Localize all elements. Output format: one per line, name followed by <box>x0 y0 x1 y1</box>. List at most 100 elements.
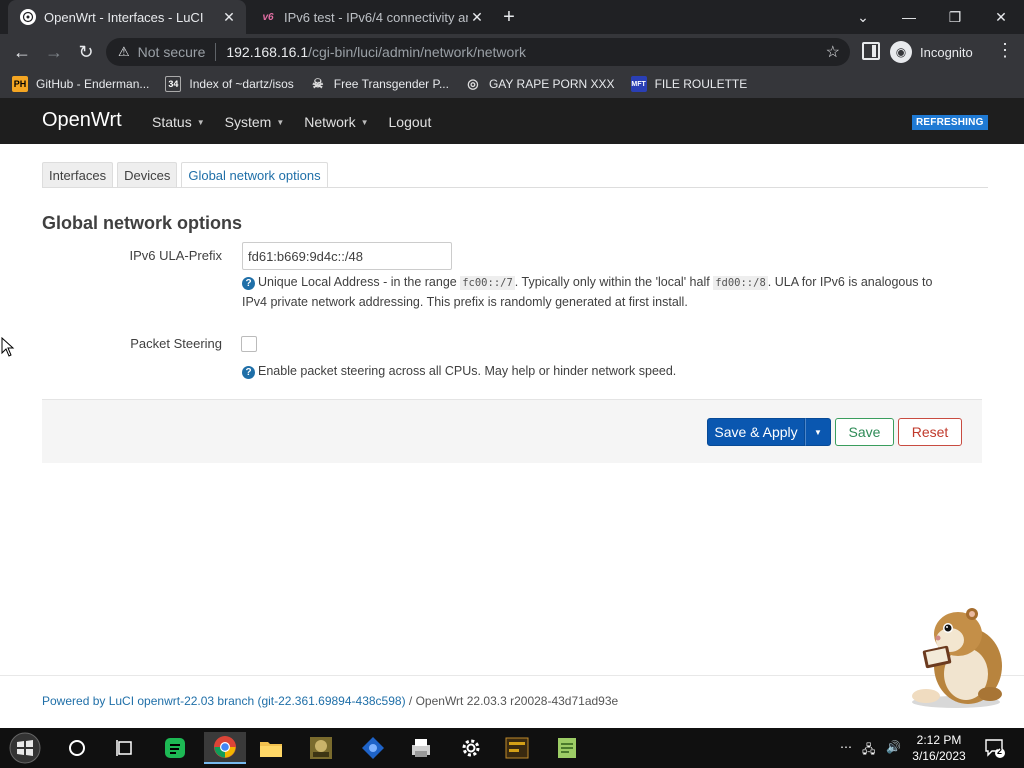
windows-taskbar: ⋯ 🖧 🔊 2:12 PM 3/16/2023 2 <box>0 728 1024 768</box>
ula-prefix-input[interactable]: fd61:b669:9d4c::/48 <box>242 242 452 270</box>
reload-icon[interactable]: ↻ <box>74 40 98 64</box>
system-clock[interactable]: 2:12 PM 3/16/2023 <box>908 732 970 764</box>
help-icon: ? <box>242 366 255 379</box>
nav-status[interactable]: Status ▼ <box>152 114 205 130</box>
search-circle-icon[interactable] <box>56 732 98 764</box>
chrome-icon[interactable] <box>204 732 246 764</box>
bookmark-label: GAY RAPE PORN XXX <box>488 77 615 91</box>
nav-label: Status <box>152 114 192 130</box>
action-bar: Save & Apply ▼ Save Reset <box>42 399 982 463</box>
caret-down-icon: ▼ <box>276 117 285 127</box>
nav-system[interactable]: System ▼ <box>225 114 285 130</box>
browser-tab-ipv6[interactable]: v6 IPv6 test - IPv6/4 connectivity an ✕ <box>250 0 494 34</box>
help-icon: ? <box>242 277 255 290</box>
packet-steering-label: Packet Steering <box>130 336 222 351</box>
bookmark-label: Free Transgender P... <box>333 77 449 91</box>
game-app-icon[interactable] <box>300 732 342 764</box>
url-host: 192.168.16.1 <box>226 44 309 60</box>
browser-tab-luci[interactable]: OpenWrt - Interfaces - LuCI ✕ <box>8 0 246 34</box>
bookmarks-bar: PH GitHub - Enderman... 34 Index of ~dar… <box>0 70 1024 98</box>
bookmark-gay-rape[interactable]: ◎ GAY RAPE PORN XXX <box>465 76 615 92</box>
ipv6-favicon-icon: v6 <box>262 11 274 23</box>
bookmark-star-icon[interactable]: ☆ <box>826 42 840 62</box>
help-text: IPv4 private network addressing. This pr… <box>242 295 688 309</box>
nav-logout[interactable]: Logout <box>389 114 432 130</box>
save-button[interactable]: Save <box>835 418 894 446</box>
close-window-icon[interactable]: ✕ <box>978 0 1024 34</box>
close-tab-icon[interactable]: ✕ <box>220 9 238 26</box>
settings-gear-icon[interactable] <box>450 732 492 764</box>
page-title: Global network options <box>42 213 243 233</box>
skull-icon: ☠ <box>311 76 324 91</box>
help-text: Unique Local Address - in the range <box>258 275 461 289</box>
warning-icon[interactable]: ⚠ <box>118 44 130 60</box>
code-range: fd00::/8 <box>713 276 768 290</box>
bookmark-label: FILE ROULETTE <box>654 77 748 91</box>
caret-down-icon: ▼ <box>360 117 369 127</box>
bookmark-file-roulette[interactable]: MFT FILE ROULETTE <box>630 76 748 92</box>
file-explorer-folder-icon[interactable] <box>250 732 292 764</box>
bookmark-label: Index of ~dartz/isos <box>189 77 294 91</box>
back-icon[interactable]: ← <box>10 40 34 64</box>
luci-header: OpenWrt Status ▼ System ▼ Network ▼ Logout … <box>0 98 1024 144</box>
tab-title: OpenWrt - Interfaces - LuCI <box>44 9 204 25</box>
nav-label: System <box>224 114 272 130</box>
help-text: Enable packet steering across all CPUs. … <box>258 364 677 378</box>
bookmark-label: GitHub - Enderman... <box>36 77 150 91</box>
side-panel-icon[interactable] <box>862 42 880 60</box>
nav-label: Logout <box>388 114 432 130</box>
bookmark-github[interactable]: PH GitHub - Enderman... <box>12 76 149 92</box>
ph-icon: PH <box>12 76 28 92</box>
ula-prefix-label: IPv6 ULA-Prefix <box>129 248 222 263</box>
task-view-icon[interactable] <box>104 732 146 764</box>
brand-logo[interactable]: OpenWrt <box>42 109 122 132</box>
restore-icon[interactable]: ❐ <box>932 0 978 34</box>
new-tab-icon[interactable]: + <box>498 6 520 28</box>
apply-dropdown-chevron-down-icon[interactable]: ▼ <box>805 418 831 446</box>
security-label[interactable]: Not secure <box>138 44 206 60</box>
divider <box>215 43 217 61</box>
tab-global-network-options[interactable]: Global network options <box>181 162 328 188</box>
forward-icon[interactable]: → <box>42 40 66 64</box>
refreshing-indicator[interactable]: REFRESHING <box>912 115 988 130</box>
tab-devices[interactable]: Devices <box>117 162 178 188</box>
footer: Powered by LuCI openwrt-22.03 branch (gi… <box>42 694 618 708</box>
close-tab-icon[interactable]: ✕ <box>468 9 486 26</box>
bookmark-isos[interactable]: 34 Index of ~dartz/isos <box>165 76 294 92</box>
notification-center-icon[interactable]: 2 <box>984 738 1006 761</box>
reset-button[interactable]: Reset <box>898 418 962 446</box>
printer-app-icon[interactable] <box>400 732 442 764</box>
save-apply-button[interactable]: Save & Apply <box>707 418 805 446</box>
code-range: fc00::/7 <box>460 276 515 290</box>
notepad-app-icon[interactable] <box>546 732 588 764</box>
nav-label: Network <box>304 114 356 130</box>
packet-steering-checkbox[interactable] <box>241 336 257 352</box>
clock-time: 2:12 PM <box>916 733 962 747</box>
luci-version-link[interactable]: Powered by LuCI openwrt-22.03 branch (gi… <box>42 694 406 708</box>
tab-search-icon[interactable]: ⌄ <box>840 0 886 34</box>
volume-icon[interactable]: 🔊 <box>886 740 901 754</box>
media-app-icon[interactable] <box>496 732 538 764</box>
nav-network[interactable]: Network ▼ <box>304 114 368 130</box>
index-icon: 34 <box>165 76 182 92</box>
bookmark-free-transgender[interactable]: ☠ Free Transgender P... <box>310 76 449 92</box>
main-nav: Status ▼ System ▼ Network ▼ Logout <box>152 114 451 130</box>
browser-tab-strip: OpenWrt - Interfaces - LuCI ✕ v6 IPv6 te… <box>0 0 1024 34</box>
ula-help-text: ? Unique Local Address - in the range fc0… <box>242 273 932 312</box>
blue-app-icon[interactable] <box>352 732 394 764</box>
incognito-label: Incognito <box>920 44 973 60</box>
minimize-icon[interactable]: — <box>886 0 932 34</box>
help-text: . Typically only within the 'local' half <box>514 275 714 289</box>
menu-kebab-icon[interactable]: ⋮ <box>996 40 1014 61</box>
tray-overflow-icon[interactable]: ⋯ <box>840 740 852 754</box>
spotify-like-green-icon[interactable] <box>154 732 196 764</box>
incognito-icon: ◉ <box>890 41 912 63</box>
address-bar[interactable]: ⚠ Not secure 192.168.16.1 /cgi-bin/luci/… <box>106 38 850 66</box>
start-button-windows-icon[interactable] <box>4 732 46 764</box>
browser-toolbar: ← → ↻ ⚠ Not secure 192.168.16.1 /cgi-bin… <box>0 34 1024 70</box>
incognito-profile-button[interactable]: ◉ Incognito <box>890 39 973 65</box>
tab-interfaces[interactable]: Interfaces <box>42 162 114 188</box>
help-text: . ULA for IPv6 is analogous to <box>767 275 933 289</box>
tab-divider <box>42 187 988 188</box>
network-icon[interactable]: 🖧 <box>862 740 875 761</box>
